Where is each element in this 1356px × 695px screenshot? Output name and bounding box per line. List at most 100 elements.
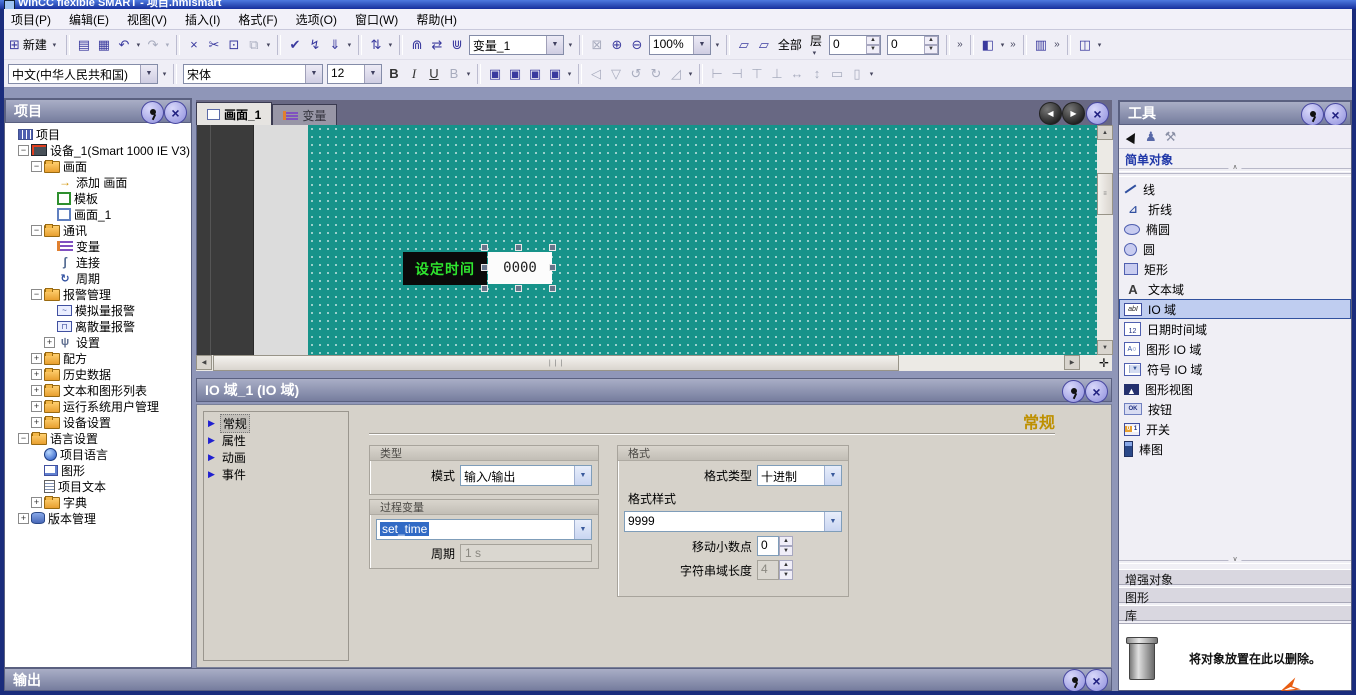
save-button[interactable]: ▦ [94,35,114,55]
tree-expander[interactable] [5,129,16,140]
clipboard-overflow[interactable]: ▾ [264,41,273,49]
tree-expander[interactable] [44,273,55,284]
trash-icon[interactable] [1129,642,1155,680]
bring-to-front-button[interactable]: ▣ [485,64,505,84]
tools-icon[interactable]: ⚒ [1165,129,1177,145]
tree-expander[interactable] [31,465,42,476]
spinner-arrows[interactable]: ▲▼ [924,36,938,54]
selection-handle[interactable] [515,244,522,251]
scroll-right-icon[interactable]: ▶ [1064,355,1080,370]
tree-item[interactable]: 项目 [5,126,191,142]
chevron-down-icon[interactable]: ▼ [140,65,157,83]
chevron-down-icon[interactable]: ▾ [134,41,143,49]
spin-down-icon[interactable]: ▼ [779,546,793,556]
chevron-down-icon[interactable]: ▼ [574,520,591,539]
menu-item[interactable]: 插入(I) [176,9,229,30]
check-consistency-button[interactable]: ✔ [285,35,305,55]
tree-item[interactable]: + 运行系统用户管理 [5,398,191,414]
tree-expander[interactable]: + [31,353,42,364]
tool-item[interactable]: 椭圆 [1119,219,1351,239]
open-button[interactable]: ▤ [74,35,94,55]
undo-button[interactable]: ↶ [114,35,134,55]
cut-button[interactable]: ✂ [204,35,224,55]
underline-button[interactable]: U [424,64,444,84]
layer-x-spinner[interactable]: 0▲▼ [829,35,881,55]
tree-item[interactable]: + 字典 [5,494,191,510]
language-combo[interactable]: 中文(中华人民共和国)▼ [8,64,158,84]
pointer-icon[interactable]: ▶ [1123,128,1142,145]
scroll-left-icon[interactable]: ◀ [196,355,212,370]
tree-expander[interactable] [44,177,55,188]
tree-expander[interactable] [44,321,55,332]
tree-expander[interactable] [44,257,55,268]
stamp-icon[interactable]: ♟ [1145,129,1157,145]
tree-item[interactable]: 离散量报警 [5,318,191,334]
tree-expander[interactable]: − [31,225,42,236]
tree-expander[interactable]: − [31,289,42,300]
properties-nav-item[interactable]: ▶ 属性 [204,432,348,449]
properties-nav-item[interactable]: ▶ 常规 [204,415,348,432]
tree-item[interactable]: 变量 [5,238,191,254]
send-to-back-button[interactable]: ▣ [505,64,525,84]
section-graphics[interactable]: 图形 [1119,587,1351,603]
chevron-down-icon[interactable]: ▼ [574,466,591,485]
menu-item[interactable]: 选项(O) [287,9,346,30]
new-screen-button[interactable]: ⊞新建▾ [6,36,62,53]
tool-item[interactable]: 开关 [1119,419,1351,439]
chevron-down-icon[interactable]: ▼ [546,36,563,54]
transfer-button[interactable]: ⇓ [325,35,345,55]
menu-item[interactable]: 编辑(E) [60,9,118,30]
close-icon[interactable]: × [1085,380,1108,403]
properties-nav-item[interactable]: ▶ 事件 [204,466,348,483]
tool-item[interactable]: 图形视图 [1119,379,1351,399]
vertical-scroll-thumb[interactable]: ≡ [1097,173,1113,215]
help-book-button[interactable]: ▥ [1031,35,1051,55]
tree-item[interactable]: − 设备_1(Smart 1000 IE V3) [5,142,191,158]
menu-item[interactable]: 视图(V) [118,9,176,30]
spinner-arrows[interactable]: ▲▼ [866,36,880,54]
generate-button[interactable]: ↯ [305,35,325,55]
tab-forward-icon[interactable]: ▶ [1062,102,1085,125]
tree-expander[interactable]: − [18,145,29,156]
pin-icon[interactable] [1062,380,1085,403]
screen-canvas[interactable]: 设定时间 0000 ▲ ≡ ▼ [196,125,1113,355]
font-combo[interactable]: 宋体▼ [183,64,323,84]
tree-item[interactable]: + 历史数据 [5,366,191,382]
properties-nav-item[interactable]: ▶ 动画 [204,449,348,466]
dialog-overflow[interactable]: ▾ [1095,41,1104,49]
tree-expander[interactable]: + [31,417,42,428]
tree-item[interactable]: + 文本和图形列表 [5,382,191,398]
layer-up-button[interactable]: ▱ [734,35,754,55]
selection-handle[interactable] [481,285,488,292]
tree-item[interactable]: 图形 [5,462,191,478]
tool-item[interactable]: 棒图 [1119,439,1351,459]
tool-item[interactable]: 图形 IO 域 [1119,339,1351,359]
tree-expander[interactable] [44,241,55,252]
chevron-down-icon[interactable]: ▼ [364,65,381,83]
tree-item[interactable]: + 设置 [5,334,191,350]
menu-item[interactable]: 项目(P) [2,9,60,30]
tree-item[interactable]: 连接 [5,254,191,270]
layer-label[interactable]: 层▾ [806,32,826,57]
collapse-bar[interactable]: ∧ [1119,167,1351,178]
sort-overflow[interactable]: ▾ [386,41,395,49]
selection-handle[interactable] [481,244,488,251]
overflow-chevron-1[interactable]: » [954,39,966,50]
close-icon[interactable]: × [164,101,187,124]
pin-icon[interactable] [141,101,164,124]
font-size-combo[interactable]: 12▼ [327,64,382,84]
compile-overflow[interactable]: ▾ [345,41,354,49]
chevron-down-icon[interactable]: ▾ [998,41,1007,49]
tab-screen-1[interactable]: 画面_1 [196,102,272,125]
tool-item[interactable]: 圆 [1119,239,1351,259]
tree-item[interactable]: 项目文本 [5,478,191,494]
zoom-out-button[interactable]: ⊖ [627,35,647,55]
text-field-object[interactable]: 设定时间 [403,252,487,285]
replace-button[interactable]: ⇄ [427,35,447,55]
find-next-button[interactable]: ⋓ [447,35,467,55]
rotate-overflow[interactable]: ▾ [686,70,695,78]
tree-expander[interactable] [44,209,55,220]
arrange-overflow[interactable]: ▾ [565,70,574,78]
layers-all-label[interactable]: 全部 [774,36,806,53]
tree-item[interactable]: − 通讯 [5,222,191,238]
